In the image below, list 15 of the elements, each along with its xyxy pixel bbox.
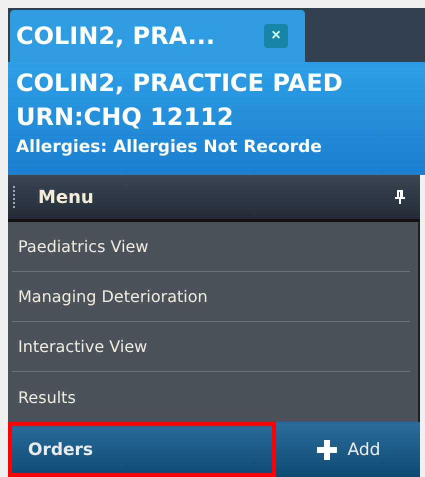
patient-tab[interactable]: COLIN2, PRA... × <box>10 10 305 62</box>
orders-item[interactable]: Orders <box>8 422 276 477</box>
grip-icon <box>12 185 16 209</box>
close-button[interactable]: × <box>264 24 288 48</box>
menu-item[interactable]: Interactive View <box>12 322 410 372</box>
menu-item[interactable]: Paediatrics View <box>12 222 410 272</box>
menu-title: Menu <box>38 186 95 208</box>
allergies-text: Allergies: Allergies Not Recorde <box>16 136 323 159</box>
patient-name: COLIN2, PRACTICE PAED <box>16 68 344 99</box>
patient-urn: URN:CHQ 12112 <box>16 102 235 133</box>
tab-label: COLIN2, PRA... <box>16 22 216 50</box>
pin-icon[interactable] <box>394 189 406 205</box>
menu-item[interactable]: Results <box>12 372 410 422</box>
menu-item[interactable]: Managing Deterioration <box>12 272 410 322</box>
plus-icon <box>316 438 338 460</box>
